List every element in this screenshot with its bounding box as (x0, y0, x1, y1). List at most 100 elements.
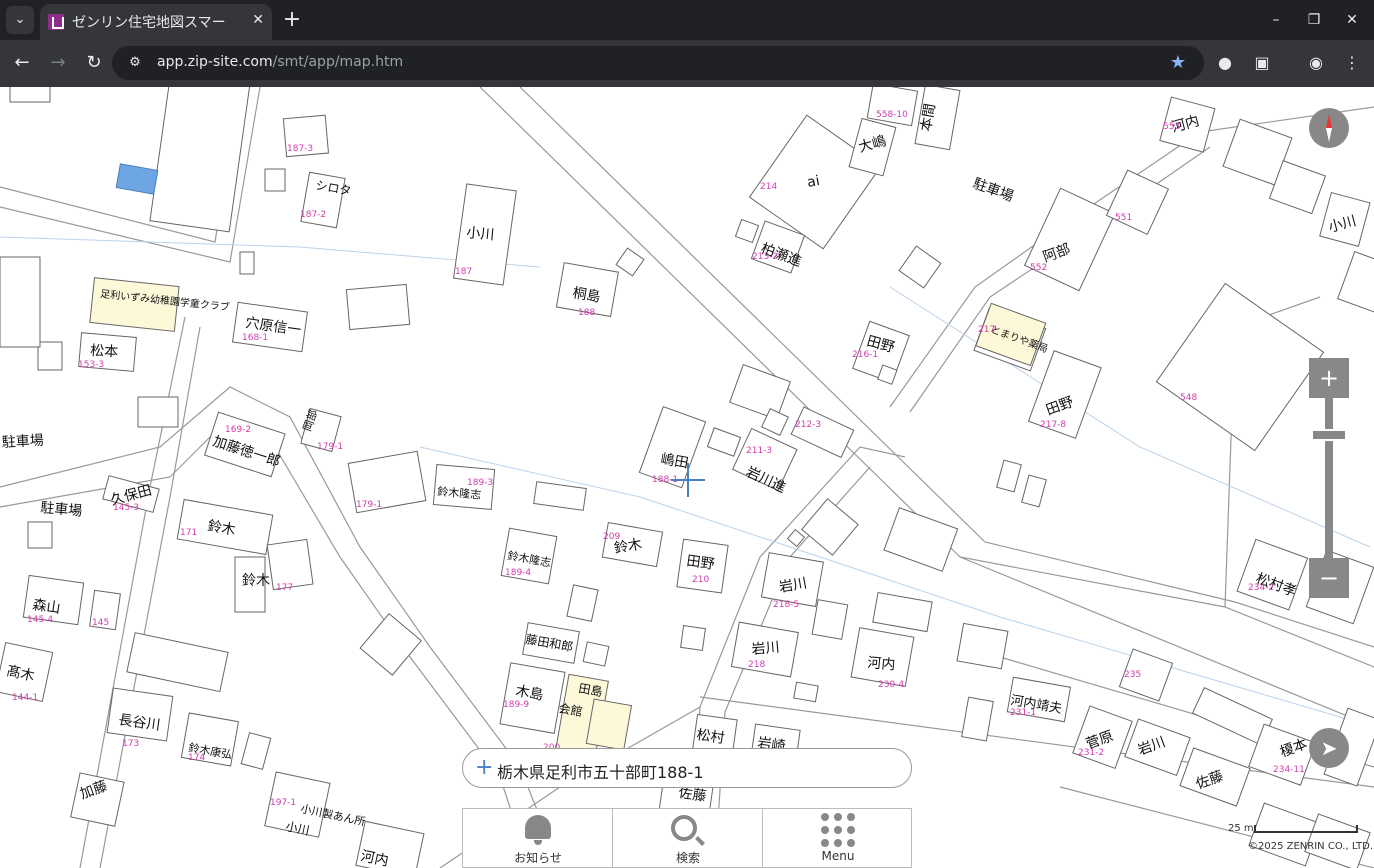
lot-number: 218 (748, 660, 765, 670)
map-label: 駐車場 (1, 432, 44, 451)
bookmark-star-icon[interactable]: ★ (1170, 52, 1186, 73)
news-label: お知らせ (514, 851, 562, 865)
lot-number: 235 (1124, 670, 1141, 680)
browser-menu-icon[interactable]: ⋮ (1341, 52, 1363, 74)
lot-number: 145 (92, 618, 109, 628)
lot-number: 231-1 (1010, 708, 1036, 718)
lot-number: 179-1 (317, 442, 343, 452)
extensions-puzzle-icon[interactable]: ▣ (1251, 52, 1273, 74)
lot-number: 230-4 (878, 680, 904, 690)
window-restore-button[interactable]: ❐ (1302, 8, 1326, 32)
map-label: 駐車場 (971, 175, 1016, 205)
browser-chrome: ⌄ ゼンリン住宅地図スマー ✕ + – ❐ ✕ ← → ↻ ⚙ app.zip-… (0, 0, 1374, 87)
url-path: /smt/app/map.htm (272, 54, 404, 70)
lot-number: 153-3 (78, 360, 104, 370)
lot-number: 168-1 (242, 333, 268, 343)
news-button[interactable]: お知らせ (463, 809, 613, 868)
lot-number: 548 (1180, 393, 1197, 403)
active-tab[interactable]: ゼンリン住宅地図スマー ✕ (40, 4, 272, 40)
map-label: 小川 (466, 225, 495, 243)
incognito-extension-icon[interactable]: ● (1214, 52, 1236, 74)
lot-number: 187-3 (287, 144, 313, 154)
scale-label: 25 m (1228, 823, 1254, 834)
tab-title: ゼンリン住宅地図スマー (72, 15, 226, 31)
address-search-box[interactable]: + 栃木県足利市五十部町188-1 (462, 748, 912, 788)
site-settings-icon[interactable]: ⚙ (126, 54, 144, 72)
lot-number: 187-2 (300, 210, 326, 220)
pond (115, 163, 159, 195)
bell-icon (525, 815, 551, 845)
lot-number: 174 (188, 753, 205, 763)
lot-number: 187 (455, 267, 472, 277)
lot-number: 189-9 (503, 700, 529, 710)
lot-number: 231-2 (1078, 748, 1104, 758)
zoom-slider-handle[interactable] (1311, 429, 1347, 441)
browser-toolbar: ← → ↻ ⚙ app.zip-site.com/smt/app/map.htm… (0, 40, 1374, 87)
tab-search-button[interactable]: ⌄ (6, 6, 34, 34)
lot-number: 217 (978, 325, 995, 335)
lot-number: 188 (578, 308, 595, 318)
lot-number: 212-3 (795, 420, 821, 430)
map-center-crosshair (687, 463, 689, 497)
bottom-nav: お知らせ 検索 Menu (462, 808, 912, 868)
tab-close-icon[interactable]: ✕ (252, 12, 264, 28)
search-icon (671, 815, 697, 841)
lot-number: 177 (276, 583, 293, 593)
lot-number: 189-4 (505, 568, 531, 578)
lot-number: 234-2 (1248, 583, 1274, 593)
lot-number: 144-1 (12, 693, 38, 703)
zoom-slider-track[interactable] (1325, 398, 1333, 558)
lot-number: 214 (760, 182, 777, 192)
menu-button[interactable]: Menu (763, 809, 913, 868)
map-label: 松本 (90, 343, 119, 360)
reload-button[interactable]: ↻ (81, 50, 107, 76)
window-minimize-button[interactable]: – (1264, 8, 1288, 32)
lot-number: 552 (1030, 263, 1047, 273)
menu-label: Menu (821, 849, 855, 863)
back-button[interactable]: ← (9, 50, 35, 76)
lot-number: 551 (1115, 213, 1132, 223)
compass-icon[interactable] (1309, 108, 1349, 148)
grid-menu-icon (821, 813, 855, 847)
lot-number: 145-4 (27, 615, 53, 625)
zoom-in-button[interactable]: + (1309, 358, 1349, 398)
forward-button[interactable]: → (45, 50, 71, 76)
url-text: app.zip-site.com/smt/app/map.htm (157, 54, 403, 70)
map-label: 河内 (867, 655, 896, 673)
lot-number: 210 (692, 575, 709, 585)
lot-number: 216-1 (852, 350, 878, 360)
lot-number: 169-2 (225, 425, 251, 435)
window-close-button[interactable]: ✕ (1340, 8, 1364, 32)
zoom-out-button[interactable]: − (1309, 558, 1349, 598)
lot-number: 145-3 (113, 503, 139, 513)
lot-number: 553 (1163, 122, 1180, 132)
lot-number: 234-11 (1273, 765, 1305, 775)
map-canvas[interactable]: 駐車場 阿部 河内 小川 大嶋 本間 ai 柏瀬進 桐島 小川 穴原信一 松本 … (0, 87, 1374, 868)
lot-number: 213-2 (752, 252, 778, 262)
profile-avatar-icon[interactable]: ◉ (1305, 52, 1327, 74)
lot-number: 558-10 (876, 110, 908, 120)
lot-number: 179-1 (356, 500, 382, 510)
map-label: 岩川 (751, 640, 780, 658)
lot-number: 209 (603, 532, 620, 542)
new-tab-button[interactable]: + (280, 6, 304, 34)
map-label: 鈴木 (242, 573, 270, 589)
current-address: 栃木県足利市五十部町188-1 (497, 763, 704, 782)
address-bar[interactable]: ⚙ app.zip-site.com/smt/app/map.htm ★ (112, 46, 1204, 80)
current-location-button[interactable]: ➤ (1309, 728, 1349, 768)
tab-strip: ⌄ ゼンリン住宅地図スマー ✕ + – ❐ ✕ (0, 0, 1374, 40)
map-label: 駐車場 (40, 499, 83, 520)
add-point-icon[interactable]: + (475, 755, 493, 781)
lot-number: 173 (122, 739, 139, 749)
search-button[interactable]: 検索 (613, 809, 763, 868)
lot-number: 211-3 (746, 446, 772, 456)
copyright-text: ©2025 ZENRIN CO., LTD. (1248, 841, 1373, 852)
search-label: 検索 (675, 851, 700, 865)
lot-number: 217-8 (1040, 420, 1066, 430)
lot-number: 197-1 (270, 798, 296, 808)
zenrin-favicon-icon (48, 14, 64, 30)
lot-number: 171 (180, 528, 197, 538)
url-host: app.zip-site.com (157, 54, 273, 70)
lot-number: 218-5 (773, 600, 799, 610)
lot-number: 189-3 (467, 478, 493, 488)
